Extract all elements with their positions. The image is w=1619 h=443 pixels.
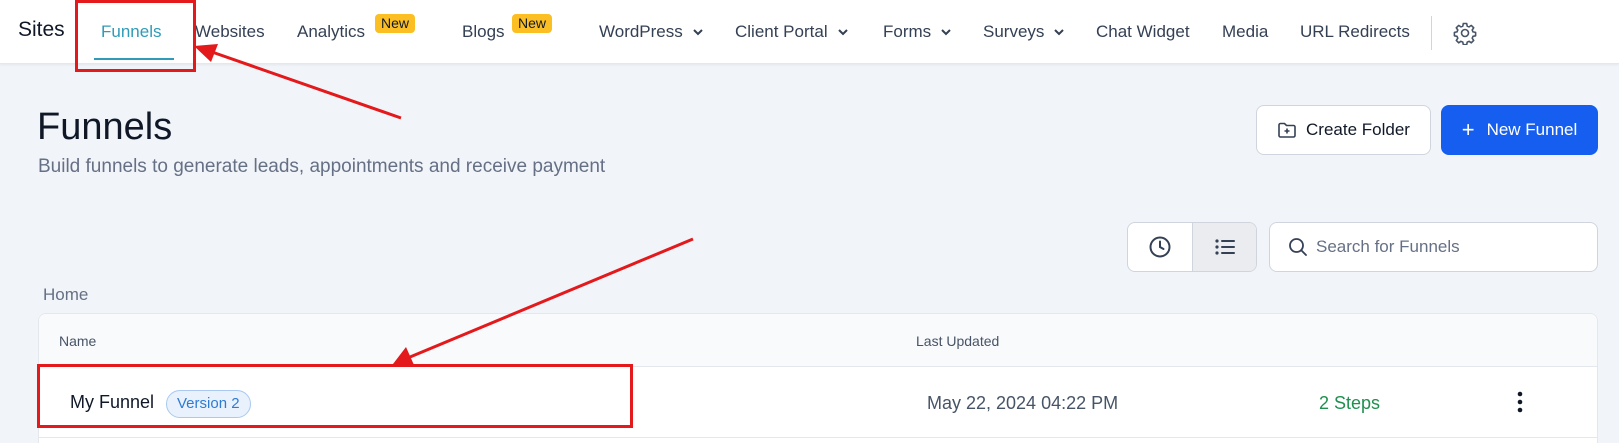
table-header: Name Last Updated — [39, 314, 1597, 367]
list-icon — [1214, 239, 1235, 255]
chevron-down-icon — [693, 29, 703, 36]
tab-label: Forms — [883, 22, 932, 41]
list-view-button[interactable] — [1192, 223, 1256, 271]
chevron-down-icon — [941, 29, 951, 36]
new-badge: New — [375, 14, 416, 33]
column-header-name[interactable]: Name — [59, 333, 96, 349]
create-folder-button[interactable]: Create Folder — [1256, 105, 1431, 155]
tab-label: Client Portal — [735, 22, 828, 41]
new-badge: New — [512, 14, 553, 33]
folder-plus-icon — [1278, 122, 1296, 138]
more-options-icon[interactable] — [1509, 388, 1531, 416]
clock-icon — [1149, 236, 1171, 258]
tab-url-redirects[interactable]: URL Redirects — [1300, 22, 1410, 42]
recent-view-button[interactable] — [1128, 223, 1192, 271]
new-funnel-button[interactable]: + New Funnel — [1441, 105, 1598, 155]
brand-title: Sites — [18, 18, 65, 41]
breadcrumb[interactable]: Home — [43, 285, 88, 305]
tab-media[interactable]: Media — [1222, 22, 1268, 42]
last-updated: May 22, 2024 04:22 PM — [927, 393, 1119, 413]
page-subtitle: Build funnels to generate leads, appoint… — [38, 156, 606, 177]
gear-icon[interactable] — [1453, 21, 1477, 45]
search-input[interactable] — [1316, 237, 1586, 257]
plus-icon: + — [1461, 117, 1475, 142]
steps-count[interactable]: 2 Steps — [1319, 393, 1380, 414]
top-navigation: Sites Funnels Websites Analytics New Blo… — [0, 0, 1619, 64]
view-toggle — [1127, 222, 1257, 272]
column-header-last-updated[interactable]: Last Updated — [916, 333, 999, 349]
search-box — [1269, 222, 1598, 272]
tab-label: Surveys — [983, 22, 1045, 41]
tab-label: WordPress — [599, 22, 683, 41]
chevron-down-icon — [1054, 29, 1065, 36]
tab-surveys[interactable]: Surveys — [983, 22, 1065, 42]
tab-client-portal[interactable]: Client Portal — [735, 22, 849, 42]
tab-websites[interactable]: Websites — [195, 22, 265, 42]
tab-wordpress[interactable]: WordPress — [599, 22, 704, 42]
chevron-down-icon — [837, 29, 848, 36]
new-funnel-label: New Funnel — [1486, 120, 1578, 139]
nav-divider — [1431, 16, 1432, 50]
search-icon — [1289, 238, 1307, 256]
annotation-box-funnel-row — [37, 364, 633, 428]
tab-analytics[interactable]: Analytics — [297, 22, 365, 42]
tab-forms[interactable]: Forms — [883, 22, 952, 42]
page-title: Funnels — [37, 106, 173, 148]
tab-blogs[interactable]: Blogs — [462, 22, 505, 42]
annotation-box-funnels-tab — [75, 0, 196, 72]
create-folder-label: Create Folder — [1306, 120, 1410, 139]
tab-chat-widget[interactable]: Chat Widget — [1096, 22, 1190, 42]
